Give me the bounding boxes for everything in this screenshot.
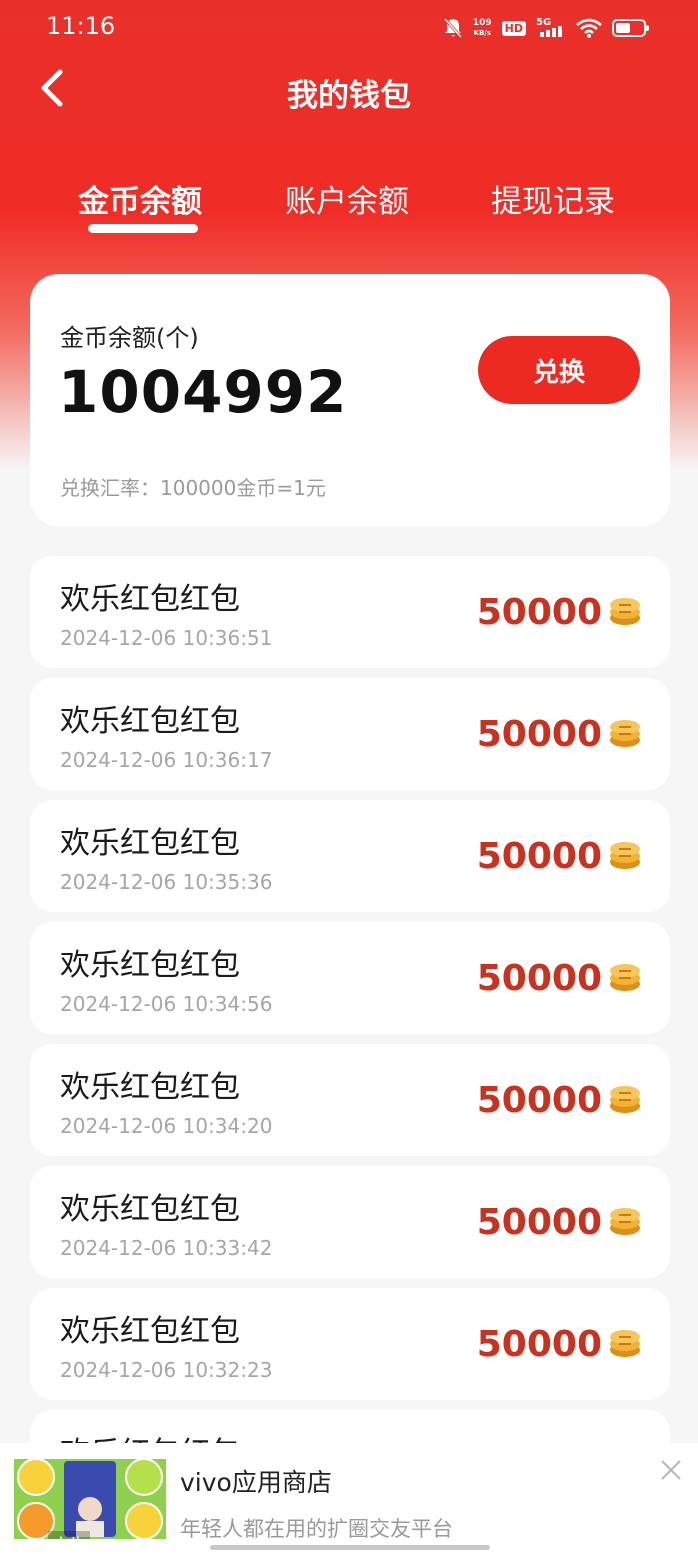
coin-stack-icon (610, 1330, 640, 1357)
record-time: 2024-12-06 10:34:56 (60, 992, 273, 1016)
tab-account-balance[interactable]: 账户余额 (285, 176, 409, 221)
coin-stack-icon (610, 1086, 640, 1113)
ad-tag: 广告 (48, 1531, 90, 1539)
list-item[interactable]: 欢乐红包红包 2024-12-06 10:36:17 50000 (30, 678, 670, 790)
exchange-rate-text: 兑换汇率：100000金币=1元 (60, 476, 326, 500)
cellular-signal-icon: 5G (536, 17, 566, 39)
tab-coin-balance[interactable]: 金币余额 (78, 176, 202, 221)
list-item[interactable]: 欢乐红包红包 2024-12-06 10:33:42 50000 (30, 1166, 670, 1278)
status-time: 11:16 (46, 12, 116, 40)
record-title: 欢乐红包红包 (60, 948, 240, 983)
coin-stack-icon (610, 964, 640, 991)
record-time: 2024-12-06 10:35:36 (60, 870, 273, 894)
record-amount: 50000 (476, 1202, 602, 1243)
list-item[interactable]: 欢乐红包红包 2024-12-06 10:34:20 50000 (30, 1044, 670, 1156)
record-title: 欢乐红包红包 (60, 704, 240, 739)
tab-withdraw-records[interactable]: 提现记录 (491, 176, 615, 221)
ad-description: 年轻人都在用的扩圈交友平台 (180, 1517, 453, 1541)
network-speed-unit: KB/s (473, 29, 491, 37)
record-time: 2024-12-06 10:34:20 (60, 1114, 273, 1138)
record-amount: 50000 (476, 836, 602, 877)
list-item[interactable]: 欢乐红包红包 2024-12-06 10:34:56 50000 (30, 922, 670, 1034)
record-title: 欢乐红包红包 (60, 1070, 240, 1105)
network-speed: 109 KB/s (473, 18, 492, 38)
balance-card: 金币余额(个) 1004992 兑换 兑换汇率：100000金币=1元 (30, 274, 670, 526)
record-time: 2024-12-06 10:36:51 (60, 626, 273, 650)
home-indicator[interactable] (210, 1545, 490, 1550)
record-amount: 50000 (476, 592, 602, 633)
page-title: 我的钱包 (287, 78, 411, 114)
record-time: 2024-12-06 10:32:23 (60, 1358, 273, 1382)
tab-bar: 金币余额 账户余额 提现记录 (0, 176, 698, 246)
ad-image[interactable]: 广告 (14, 1459, 166, 1539)
record-amount: 50000 (476, 958, 602, 999)
coin-stack-icon (610, 1208, 640, 1235)
coin-stack-icon (610, 598, 640, 625)
bell-muted-icon (443, 17, 463, 39)
status-bar: 11:16 109 KB/s HD 5G (0, 0, 698, 56)
record-amount: 50000 (476, 1324, 602, 1365)
record-amount: 50000 (476, 1080, 602, 1121)
exchange-button[interactable]: 兑换 (478, 336, 640, 404)
status-icons: 109 KB/s HD 5G (443, 14, 649, 42)
coin-stack-icon (610, 720, 640, 747)
wifi-icon (576, 18, 602, 38)
record-title: 欢乐红包红包 (60, 1192, 240, 1227)
hd-badge: HD (501, 20, 526, 36)
list-item[interactable]: 欢乐红包红包 2024-12-06 10:32:23 50000 (30, 1288, 670, 1400)
record-amount: 50000 (476, 714, 602, 755)
ad-title[interactable]: vivo应用商店 (180, 1463, 332, 1499)
ad-banner[interactable]: 广告 vivo应用商店 年轻人都在用的扩圈交友平台 (0, 1443, 698, 1554)
battery-icon (612, 19, 649, 37)
record-title: 欢乐红包红包 (60, 582, 240, 617)
record-time: 2024-12-06 10:33:42 (60, 1236, 273, 1260)
close-icon[interactable] (658, 1457, 684, 1483)
list-item[interactable]: 欢乐红包红包 2024-12-06 10:36:51 50000 (30, 556, 670, 668)
coin-stack-icon (610, 842, 640, 869)
record-title: 欢乐红包红包 (60, 826, 240, 861)
network-speed-value: 109 (472, 18, 492, 28)
active-tab-indicator (88, 224, 198, 233)
balance-value: 1004992 (58, 358, 348, 426)
record-title: 欢乐红包红包 (60, 1314, 240, 1349)
record-time: 2024-12-06 10:36:17 (60, 748, 273, 772)
balance-label: 金币余额(个) (60, 324, 199, 352)
list-item[interactable]: 欢乐红包红包 2024-12-06 10:35:36 50000 (30, 800, 670, 912)
